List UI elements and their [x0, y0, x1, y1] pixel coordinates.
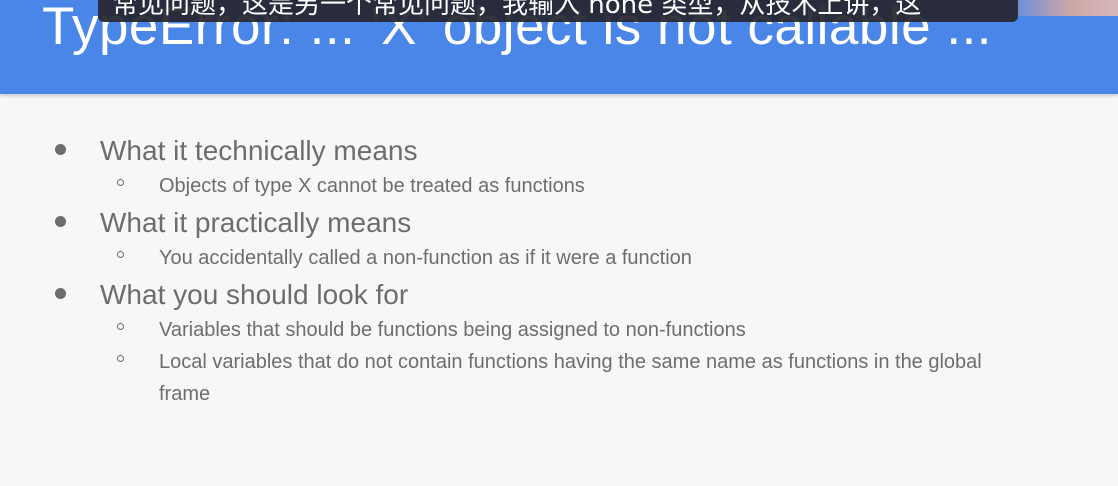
hollow-circle-icon — [117, 355, 124, 362]
bullet-label: What it technically means — [100, 135, 418, 166]
bullet-item: What it practically means — [0, 202, 1118, 238]
subtitle-caption-bar: 常见问题，这是另一个常见问题，我输入 none 类型，从技术上讲，这 — [98, 0, 1018, 22]
hollow-circle-icon — [117, 323, 124, 330]
sub-bullet-label: You accidentally called a non-function a… — [159, 247, 692, 269]
sub-bullet-label: Objects of type X cannot be treated as f… — [159, 175, 585, 197]
hollow-circle-icon — [117, 251, 124, 258]
sub-bullet-item: Variables that should be functions being… — [0, 310, 1118, 342]
bullet-item: What it technically means — [0, 130, 1118, 166]
sub-bullet-item: Local variables that do not contain func… — [0, 342, 1118, 406]
bullet-dot-icon — [55, 144, 66, 155]
sub-bullet-item: Objects of type X cannot be treated as f… — [0, 166, 1118, 198]
bullet-label: What you should look for — [100, 279, 409, 310]
bullet-label: What it practically means — [100, 207, 412, 238]
bullet-item: What you should look for — [0, 274, 1118, 310]
hollow-circle-icon — [117, 179, 124, 186]
subtitle-caption-text: 常见问题，这是另一个常见问题，我输入 none 类型，从技术上讲，这 — [112, 0, 922, 20]
bullet-list: What it technically means Objects of typ… — [0, 130, 1118, 406]
sub-bullet-label: Local variables that do not contain func… — [159, 351, 982, 405]
bullet-dot-icon — [55, 216, 66, 227]
slide: TypeError: ... 'X' object is not callabl… — [0, 0, 1118, 486]
bullet-dot-icon — [55, 288, 66, 299]
slide-header: TypeError: ... 'X' object is not callabl… — [0, 0, 1118, 94]
sub-bullet-item: You accidentally called a non-function a… — [0, 238, 1118, 270]
